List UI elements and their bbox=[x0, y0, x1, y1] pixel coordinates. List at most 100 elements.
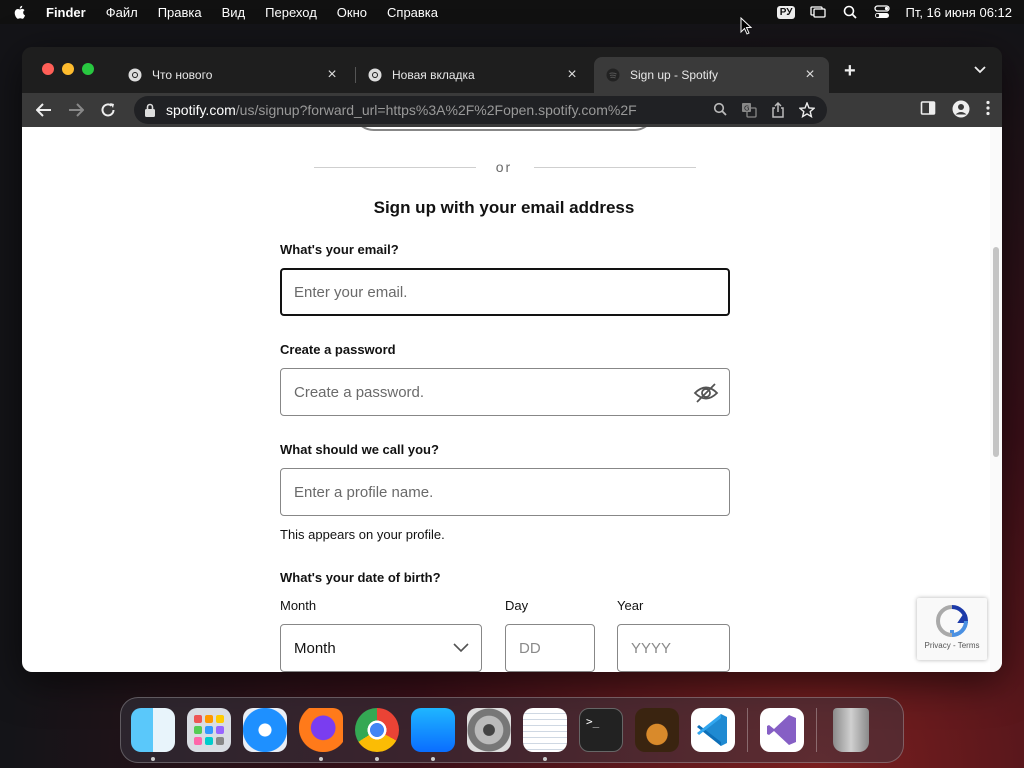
terminal-icon[interactable]: >_ bbox=[579, 708, 623, 752]
password-label: Create a password bbox=[280, 342, 396, 357]
month-select-value: Month bbox=[294, 639, 336, 657]
menubar: Finder Файл Правка Вид Переход Окно Спра… bbox=[0, 0, 1024, 24]
trash-icon[interactable] bbox=[833, 708, 869, 752]
running-indicator bbox=[151, 757, 155, 761]
divider-right bbox=[534, 167, 696, 168]
year-label: Year bbox=[617, 598, 644, 613]
month-select[interactable]: Month bbox=[280, 624, 482, 672]
profile-name-hint: This appears on your profile. bbox=[280, 527, 445, 542]
chrome-icon bbox=[128, 68, 142, 82]
tab-search-chevron-icon[interactable] bbox=[974, 65, 986, 75]
recaptcha-logo-icon bbox=[935, 605, 969, 638]
running-indicator bbox=[431, 757, 435, 761]
bookmark-star-icon[interactable] bbox=[798, 101, 816, 121]
form-heading: Sign up with your email address bbox=[373, 198, 635, 217]
web-page: or Sign up with your email address What'… bbox=[22, 127, 1002, 672]
firefox-icon[interactable] bbox=[299, 708, 343, 761]
back-arrow-icon[interactable] bbox=[34, 100, 54, 120]
input-language-badge[interactable]: РУ bbox=[776, 5, 796, 19]
menu-edit[interactable]: Правка bbox=[158, 5, 202, 20]
close-tab-icon[interactable]: × bbox=[803, 67, 817, 83]
close-window-button[interactable] bbox=[42, 63, 54, 75]
profile-name-field[interactable]: Enter a profile name. bbox=[280, 468, 730, 516]
menubar-clock[interactable]: Пт, 16 июня 06:12 bbox=[905, 5, 1012, 20]
recaptcha-links[interactable]: Privacy - Terms bbox=[925, 641, 980, 650]
share-icon[interactable] bbox=[771, 101, 785, 121]
system-settings-icon[interactable] bbox=[467, 708, 511, 752]
safari-icon[interactable] bbox=[243, 708, 287, 752]
running-indicator bbox=[543, 757, 547, 761]
lock-icon[interactable] bbox=[144, 103, 156, 117]
year-field[interactable]: YYYY bbox=[617, 624, 730, 672]
recaptcha-badge[interactable]: Privacy - Terms bbox=[917, 598, 987, 660]
chrome-icon[interactable] bbox=[355, 708, 399, 761]
more-menu-icon[interactable] bbox=[986, 100, 990, 123]
svg-text:G: G bbox=[744, 105, 749, 113]
translate-icon[interactable]: G bbox=[741, 102, 757, 121]
forward-arrow-icon[interactable] bbox=[66, 100, 86, 120]
launchpad-icon[interactable] bbox=[187, 708, 231, 752]
menu-file[interactable]: Файл bbox=[106, 5, 138, 20]
tab-new-tab[interactable]: Новая вкладка × bbox=[356, 57, 591, 93]
tab-whats-new[interactable]: Что нового × bbox=[116, 57, 351, 93]
tab-title: Sign up - Spotify bbox=[630, 68, 719, 82]
profile-name-label: What should we call you? bbox=[280, 442, 439, 457]
mouse-cursor-icon bbox=[740, 17, 752, 35]
close-tab-icon[interactable]: × bbox=[325, 67, 339, 83]
dob-label: What's your date of birth? bbox=[280, 570, 441, 585]
tab-title: Новая вкладка bbox=[392, 68, 475, 82]
finder-icon[interactable] bbox=[131, 708, 175, 761]
dock-separator bbox=[816, 708, 817, 752]
garageband-icon[interactable] bbox=[635, 708, 679, 752]
profile-name-placeholder: Enter a profile name. bbox=[294, 483, 434, 501]
password-field[interactable]: Create a password. bbox=[280, 368, 730, 416]
running-indicator bbox=[375, 757, 379, 761]
tab-spotify-signup[interactable]: Sign up - Spotify × bbox=[594, 57, 829, 93]
menu-view[interactable]: Вид bbox=[222, 5, 246, 20]
spotify-icon bbox=[606, 68, 620, 82]
apple-icon[interactable] bbox=[12, 4, 28, 20]
dock: >_ bbox=[120, 697, 904, 763]
address-bar[interactable]: spotify.com/us/signup?forward_url=https%… bbox=[134, 96, 827, 124]
show-password-eye-icon[interactable] bbox=[693, 381, 719, 405]
window-controls bbox=[42, 63, 94, 75]
reload-icon[interactable] bbox=[98, 100, 118, 120]
minimize-window-button[interactable] bbox=[62, 63, 74, 75]
day-placeholder: DD bbox=[519, 639, 541, 657]
continue-with-provider-button[interactable] bbox=[352, 127, 656, 131]
profile-avatar-icon[interactable] bbox=[952, 100, 970, 123]
vscode-icon[interactable] bbox=[691, 708, 735, 752]
new-tab-button[interactable]: + bbox=[844, 61, 856, 81]
email-label: What's your email? bbox=[280, 242, 399, 257]
chrome-icon bbox=[368, 68, 382, 82]
close-tab-icon[interactable]: × bbox=[565, 67, 579, 83]
email-field[interactable]: Enter your email. bbox=[280, 268, 730, 316]
spotlight-search-icon[interactable] bbox=[841, 5, 859, 19]
divider-left bbox=[314, 167, 476, 168]
browser-window: Что нового × Новая вкладка × Sign up - S… bbox=[22, 47, 1002, 672]
url-path: /us/signup?forward_url=https%3A%2F%2Fope… bbox=[235, 102, 637, 118]
search-icon[interactable] bbox=[713, 102, 727, 121]
year-placeholder: YYYY bbox=[631, 639, 672, 657]
browser-toolbar: spotify.com/us/signup?forward_url=https%… bbox=[22, 93, 1002, 127]
app-store-icon[interactable] bbox=[411, 708, 455, 761]
screen-mirroring-icon[interactable] bbox=[809, 5, 827, 19]
visual-studio-icon[interactable] bbox=[760, 708, 804, 752]
control-center-icon[interactable] bbox=[873, 5, 891, 19]
running-indicator bbox=[319, 757, 323, 761]
menu-window[interactable]: Окно bbox=[337, 5, 367, 20]
tab-strip: Что нового × Новая вкладка × Sign up - S… bbox=[22, 47, 1002, 93]
textedit-icon[interactable] bbox=[523, 708, 567, 761]
page-scrollbar[interactable] bbox=[990, 127, 1002, 672]
menu-go[interactable]: Переход bbox=[265, 5, 317, 20]
day-label: Day bbox=[505, 598, 529, 613]
side-panel-icon[interactable] bbox=[920, 100, 936, 123]
day-field[interactable]: DD bbox=[505, 624, 595, 672]
month-label: Month bbox=[280, 598, 317, 613]
menu-app-name[interactable]: Finder bbox=[46, 5, 86, 20]
zoom-window-button[interactable] bbox=[82, 63, 94, 75]
menu-help[interactable]: Справка bbox=[387, 5, 438, 20]
scrollbar-thumb[interactable] bbox=[993, 247, 999, 457]
url-domain: spotify.com bbox=[166, 102, 236, 118]
dock-separator bbox=[747, 708, 748, 752]
